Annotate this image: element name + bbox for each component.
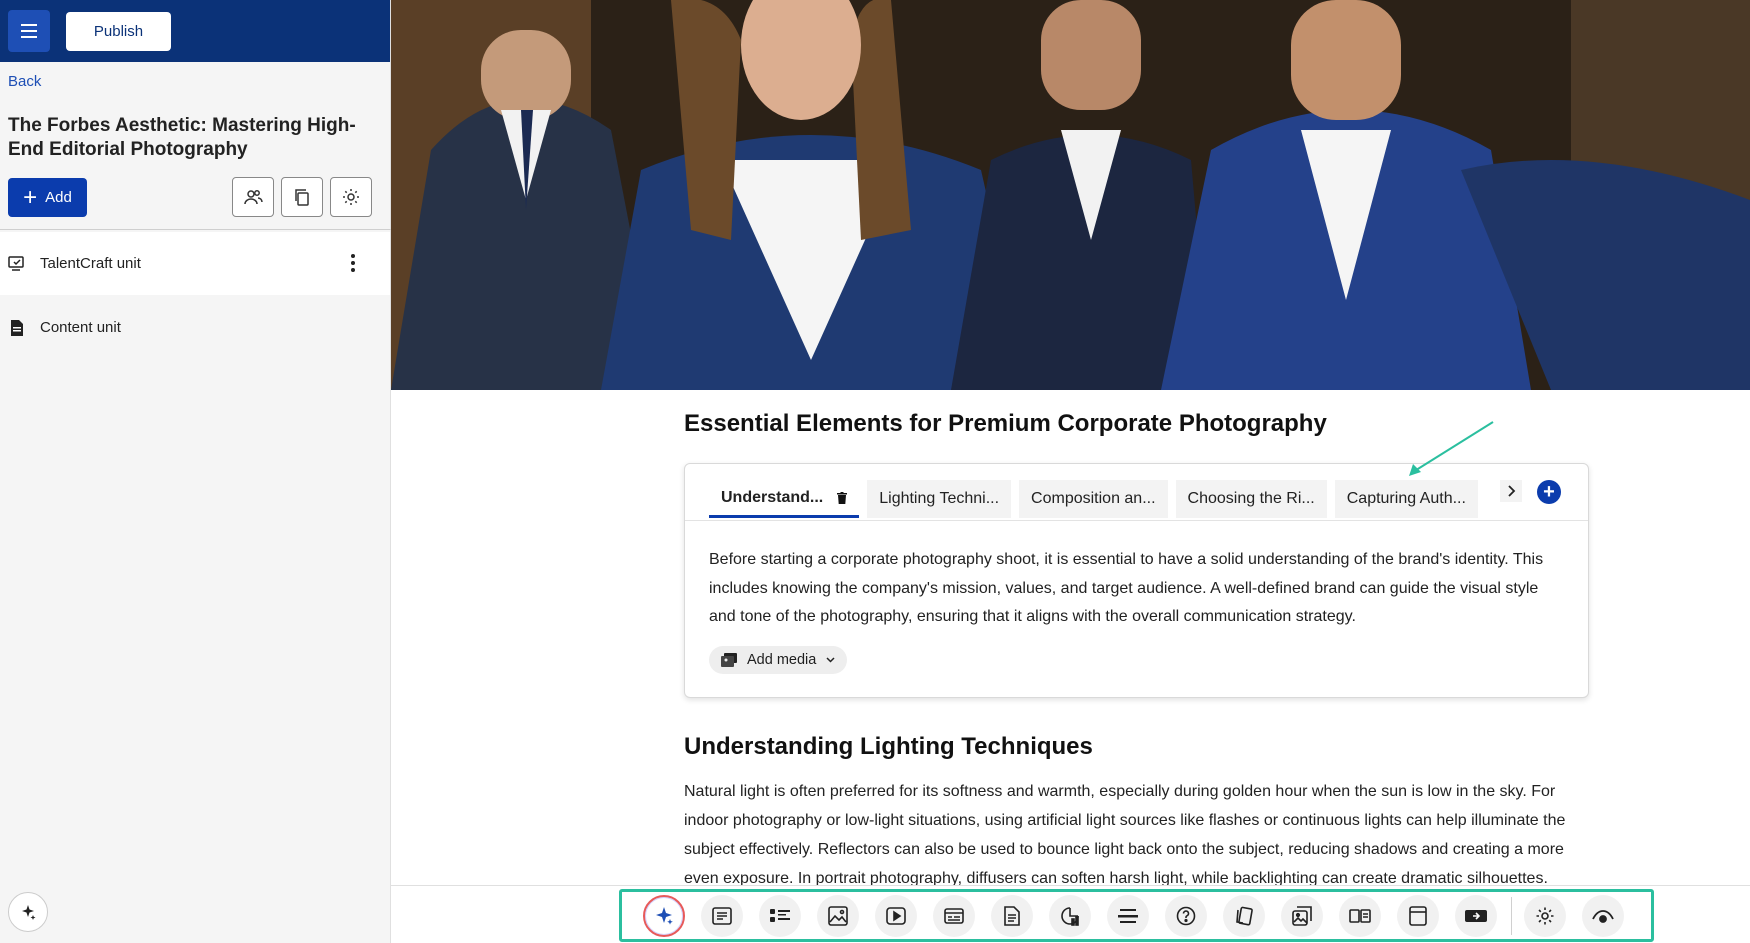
tab-label: Lighting Techni... [879,490,1000,507]
settings-button[interactable] [330,177,372,217]
card-icon [1409,905,1427,926]
section-2-title: Understanding Lighting Techniques [684,733,1093,760]
tab-label: Capturing Auth... [1346,490,1466,507]
document-icon [1004,905,1020,926]
collaborators-button[interactable] [232,177,274,217]
list-icon [770,908,790,922]
tab-understand[interactable]: Understand... [709,480,860,518]
hamburger-menu-button[interactable] [8,10,50,52]
tab-capturing[interactable]: Capturing Auth... [1334,480,1478,518]
image-gallery-block-button[interactable] [1281,894,1323,937]
question-block-button[interactable] [1165,894,1207,937]
media-icon [721,653,737,667]
chevron-down-icon [826,657,835,663]
more-options-icon[interactable] [350,254,356,272]
button-icon [1465,909,1487,922]
tab-divider [685,520,1588,521]
bottom-toolbar [391,885,1750,943]
trash-icon[interactable] [837,491,848,504]
plus-icon: + [23,183,38,211]
content-area: Essential Elements for Premium Corporate… [684,410,1589,916]
preview-button[interactable] [1582,894,1624,937]
ai-assistant-button[interactable] [8,892,48,932]
users-icon [244,190,263,205]
flashcards-block-button[interactable] [1223,894,1265,937]
back-link[interactable]: Back [8,73,41,90]
hamburger-icon [21,30,37,32]
add-media-button[interactable]: Add media [709,646,848,674]
flashcards-icon [1236,906,1253,925]
settings-icon [1536,907,1554,924]
sidebar: Publish Back The Forbes Aesthetic: Maste… [0,0,391,943]
section-title: Essential Elements for Premium Corporate… [684,410,1327,437]
tab-composition[interactable]: Composition an... [1019,480,1168,518]
plus-icon: + [1543,480,1555,503]
tab-list: Understand... Lighting Techni... Composi… [709,480,1478,518]
hero-image [391,0,1750,390]
video-icon [886,906,906,925]
divider-icon [1118,908,1138,923]
publish-button[interactable]: Publish [66,11,171,51]
hero-illustration [391,0,1750,390]
image-gallery-icon [1292,905,1312,926]
editor-canvas: Essential Elements for Premium Corporate… [391,0,1750,943]
chart-icon [1061,906,1079,926]
sidebar-item-label: TalentCraft unit [40,255,141,272]
add-button[interactable]: + Add [8,178,87,217]
block-settings-button[interactable] [1524,894,1566,937]
card-block-button[interactable] [1397,894,1439,937]
ai-generate-button[interactable] [643,894,685,937]
tab-content-text[interactable]: Before starting a corporate photography … [709,546,1564,632]
sidebar-topbar: Publish [0,0,390,62]
list-block-button[interactable] [759,894,801,937]
chart-block-button[interactable] [1049,894,1091,937]
course-title: The Forbes Aesthetic: Mastering High-End… [8,115,356,160]
sidebar-item-content-unit[interactable]: Content unit [0,296,390,359]
embed-block-button[interactable] [933,894,975,937]
tab-label: Understand... [721,488,824,506]
block-toolbar [619,889,1654,942]
add-media-label: Add media [747,652,817,668]
add-button-label: Add [45,189,72,206]
sidebar-divider [0,229,391,230]
add-tab-button[interactable]: + [1537,480,1561,504]
toolbar-separator [1511,896,1512,935]
chevron-right-icon [1508,485,1516,497]
gear-icon [343,189,359,205]
interactive-unit-icon [8,255,26,273]
button-block-button[interactable] [1455,894,1497,937]
ai-sparkle-icon [22,905,36,920]
tab-choosing[interactable]: Choosing the Ri... [1175,480,1327,518]
copy-icon [295,189,309,206]
tab-label: Choosing the Ri... [1187,490,1315,507]
tab-label: Composition an... [1031,490,1156,507]
document-icon [8,319,26,337]
tab-lighting-techniques[interactable]: Lighting Techni... [867,480,1012,518]
divider-block-button[interactable] [1107,894,1149,937]
text-block-icon [712,906,732,925]
image-icon [828,905,848,926]
video-block-button[interactable] [875,894,917,937]
comparison-icon [1349,908,1371,923]
duplicate-button[interactable] [281,177,323,217]
preview-icon [1592,909,1614,923]
embed-icon [944,907,964,924]
text-block-button[interactable] [701,894,743,937]
sidebar-item-label: Content unit [40,319,121,336]
tabs-block[interactable]: Understand... Lighting Techni... Composi… [684,463,1589,698]
document-block-button[interactable] [991,894,1033,937]
question-icon [1176,906,1196,925]
sidebar-item-talentcraft-unit[interactable]: TalentCraft unit [0,232,390,295]
comparison-block-button[interactable] [1339,894,1381,937]
image-block-button[interactable] [817,894,859,937]
ai-sparkle-icon [656,906,673,925]
tabs-next-button[interactable] [1500,480,1522,502]
